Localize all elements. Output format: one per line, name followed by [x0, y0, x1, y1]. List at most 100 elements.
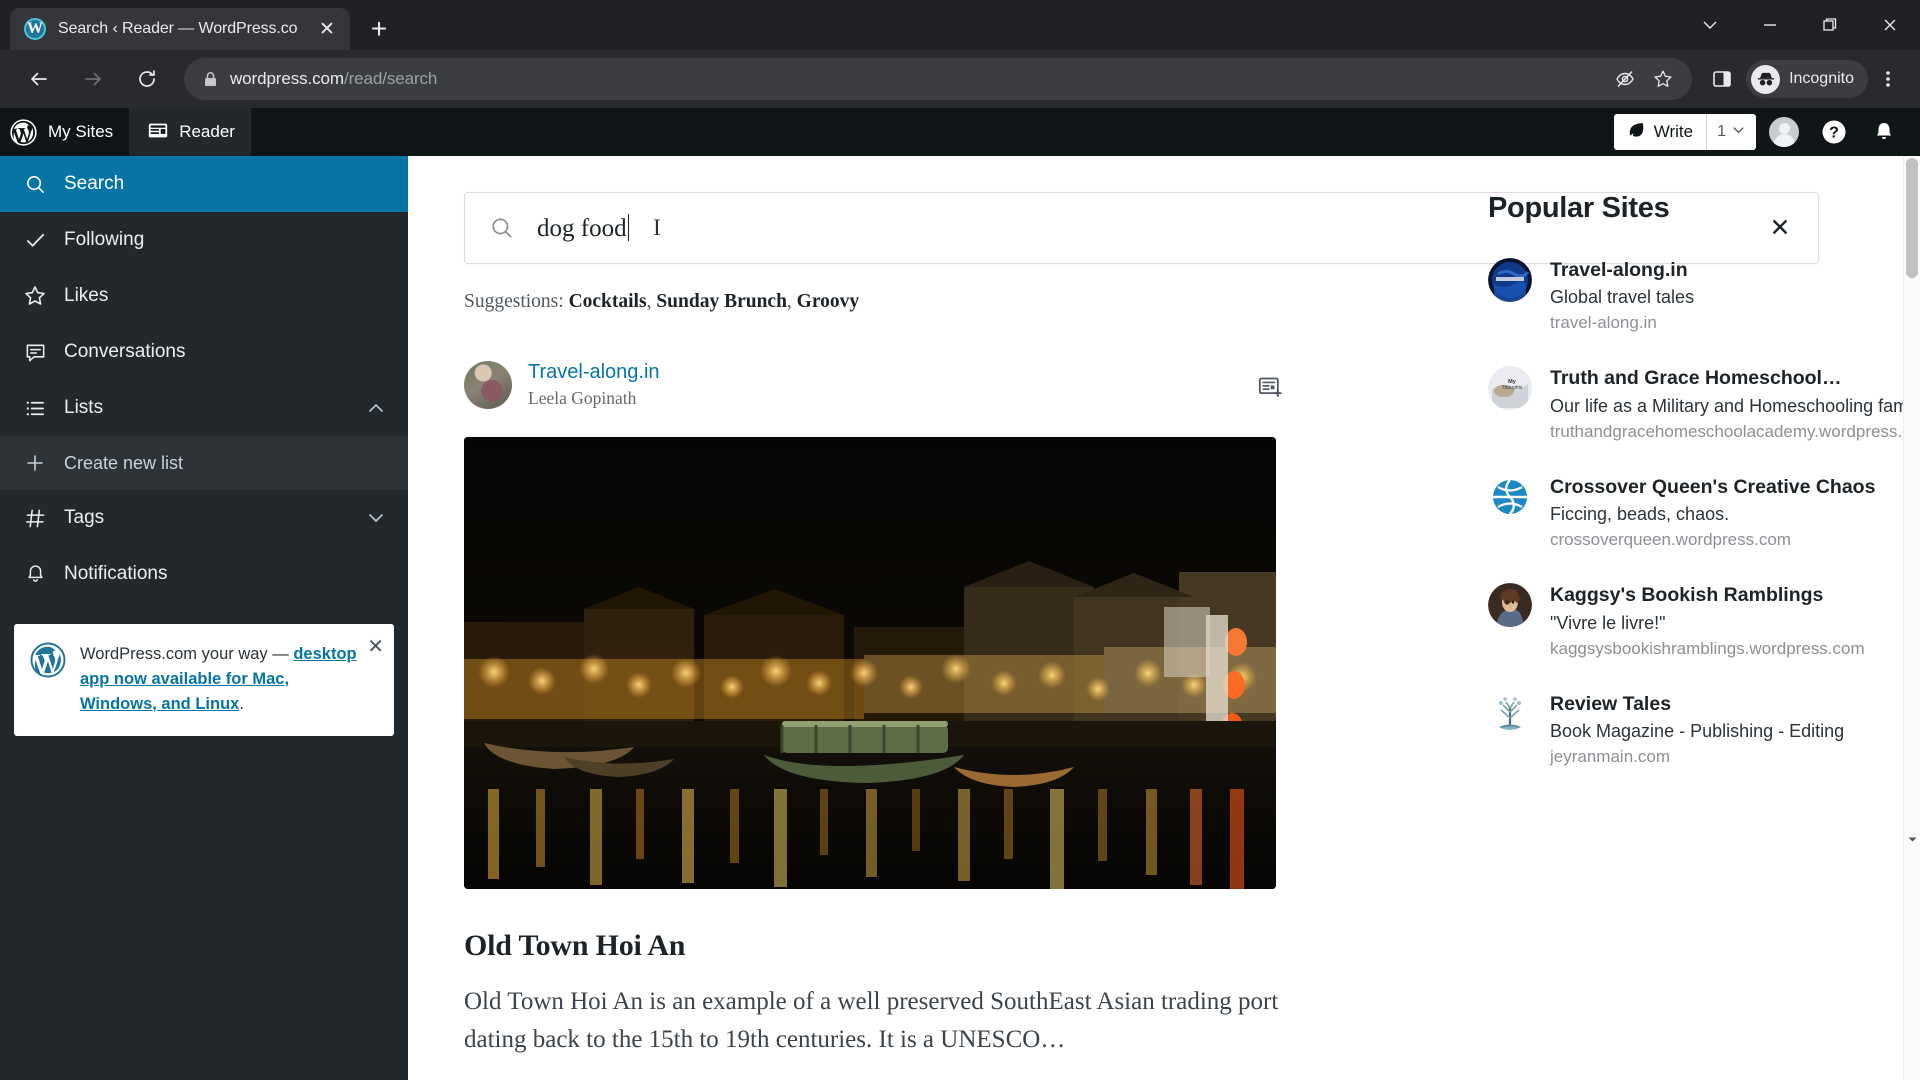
bell-icon[interactable] [1862, 110, 1906, 154]
hash-icon [22, 507, 48, 530]
popular-site-item[interactable]: Travel-along.in Global travel tales trav… [1488, 258, 1920, 333]
masterbar-item-my-sites[interactable]: My Sites [46, 108, 129, 156]
popular-site-name[interactable]: Crossover Queen's Creative Chaos [1550, 475, 1875, 499]
popular-site-item[interactable]: My Thoughts Truth and Grace Homeschool… … [1488, 366, 1920, 441]
promo-trailing: . [239, 694, 244, 713]
list-icon [22, 397, 48, 420]
sidebar-item-label: Conversations [64, 341, 186, 362]
leaf-icon [1627, 120, 1646, 144]
sidebar-item-create-new-list[interactable]: Create new list [0, 436, 408, 490]
sidebar-item-label: Tags [64, 507, 105, 528]
profile-incognito-button[interactable]: Incognito [1746, 60, 1868, 98]
popular-site-desc: "Vivre le livre!" [1550, 612, 1666, 633]
suggestion-sunday-brunch[interactable]: Sunday Brunch [656, 291, 787, 312]
night-riverfront-lanterns-hoi-an [464, 437, 1276, 889]
globe-icon-avatar [1488, 474, 1532, 519]
minimize-icon[interactable] [1740, 0, 1800, 50]
address-bar[interactable]: wordpress.com/read/search [184, 58, 1693, 100]
popular-site-name[interactable]: Review Tales [1550, 692, 1844, 716]
url-path: /read/search [343, 69, 438, 88]
popular-site-desc: Book Magazine - Publishing - Editing [1550, 720, 1845, 741]
new-tab-button[interactable]: + [358, 8, 400, 50]
popular-site-desc: Our life as a Military and Homeschooling… [1550, 395, 1920, 416]
svg-text:Thoughts: Thoughts [1502, 385, 1523, 391]
text-caret [627, 213, 630, 241]
forward-arrow-icon[interactable] [72, 58, 114, 100]
reload-icon[interactable] [126, 58, 168, 100]
close-icon[interactable]: ✕ [314, 16, 340, 42]
popular-site-item[interactable]: Kaggsy's Bookish Ramblings "Vivre le liv… [1488, 583, 1920, 658]
post-author: Leela Gopinath [528, 388, 637, 408]
add-to-list-icon[interactable] [1250, 367, 1290, 407]
promo-lead: WordPress.com your way — [80, 645, 294, 663]
post-header: Travel-along.in Leela Gopinath [464, 361, 1282, 409]
sidebar-item-label: Lists [64, 397, 104, 418]
url-text: wordpress.com/read/search [230, 69, 437, 89]
scroll-down-arrow-icon[interactable] [1904, 831, 1920, 848]
globe-blue-avatar [1488, 258, 1532, 302]
browser-window: W Search ‹ Reader — WordPress.co ✕ + wor… [0, 0, 1920, 1080]
wordpress-logo-icon[interactable] [0, 118, 46, 146]
sidebar-item-notifications[interactable]: Notifications [0, 546, 408, 602]
reader-icon [147, 119, 169, 146]
popular-site-item[interactable]: Review Tales Book Magazine - Publishing … [1488, 691, 1920, 767]
tab-title: Search ‹ Reader — WordPress.co [58, 20, 298, 37]
popular-sites-title: Popular Sites [1488, 192, 1670, 224]
write-label: Write [1653, 122, 1694, 141]
close-icon[interactable]: ✕ [367, 637, 384, 657]
sidebar-item-search[interactable]: Search [0, 156, 428, 212]
suggestion-cocktails[interactable]: Cocktails [569, 291, 647, 312]
sidebar-item-following[interactable]: Following [0, 212, 408, 268]
page-scrollbar[interactable] [1903, 156, 1920, 1080]
chevron-down-icon[interactable] [1680, 0, 1740, 50]
back-arrow-icon[interactable] [18, 58, 60, 100]
popular-site-desc: Ficcing, beads, chaos. [1550, 504, 1730, 525]
desktop-app-promo: WordPress.com your way — desktop app now… [14, 624, 394, 737]
post-featured-image[interactable] [464, 437, 1276, 889]
search-value-text: dog food [537, 214, 627, 242]
sidebar-item-conversations[interactable]: Conversations [0, 324, 408, 380]
plus-icon [22, 452, 48, 474]
popular-site-desc: Global travel tales [1550, 287, 1695, 308]
post-site-link[interactable]: Travel-along.in [528, 361, 660, 384]
sidebar-item-tags[interactable]: Tags [0, 490, 408, 546]
post-title[interactable]: Old Town Hoi An [464, 929, 1276, 963]
bookmark-star-icon[interactable] [1648, 64, 1678, 94]
my-thoughts-avatar: My Thoughts [1488, 366, 1532, 411]
masterbar-item-reader[interactable]: Reader [129, 108, 251, 156]
third-party-cookie-blocked-icon[interactable] [1610, 64, 1640, 94]
suggestion-groovy[interactable]: Groovy [797, 291, 859, 312]
avatar[interactable] [1762, 110, 1806, 154]
write-button[interactable]: Write 1 [1613, 114, 1756, 150]
mouse-ibeam-cursor: I [653, 215, 661, 240]
write-site-count[interactable]: 1 [1706, 114, 1756, 150]
chevron-down-icon[interactable] [366, 508, 386, 528]
browser-tab[interactable]: W Search ‹ Reader — WordPress.co ✕ [10, 8, 350, 50]
check-icon [22, 229, 48, 252]
chevron-up-icon[interactable] [366, 398, 386, 418]
search-stream: dog food I ✕ Suggestions: Cocktails, Sun… [408, 156, 1819, 1058]
sidebar-item-likes[interactable]: Likes [0, 268, 408, 324]
bell-icon [22, 563, 48, 586]
sidebar-item-label: Notifications [64, 563, 168, 584]
popular-site-name[interactable]: Kaggsy's Bookish Ramblings [1550, 583, 1865, 607]
popular-site-name[interactable]: Truth and Grace Homeschool… [1550, 366, 1920, 390]
tree-book-avatar [1488, 691, 1532, 736]
popular-site-name[interactable]: Travel-along.in [1550, 258, 1694, 282]
avatar[interactable] [464, 361, 512, 409]
scrollbar-thumb[interactable] [1906, 158, 1918, 278]
window-controls [1680, 0, 1920, 50]
side-panel-icon[interactable] [1702, 58, 1742, 100]
search-section: dog food I ✕ Suggestions: Cocktails, Sun… [464, 156, 1819, 313]
popular-sites-panel: Popular Sites Travel-along.in Global tra… [1468, 156, 1920, 1058]
popular-site-url: truthandgracehomeschoolacademy.wordpress… [1550, 421, 1920, 441]
maximize-icon[interactable] [1800, 0, 1860, 50]
close-icon[interactable] [1860, 0, 1920, 50]
sidebar-item-label: Search [64, 173, 125, 194]
lock-icon [198, 71, 222, 88]
three-dot-menu-icon[interactable] [1868, 58, 1908, 100]
popular-site-item[interactable]: Crossover Queen's Creative Chaos Ficcing… [1488, 474, 1920, 550]
sidebar-item-lists[interactable]: Lists [0, 380, 408, 436]
help-icon[interactable]: ? [1812, 110, 1856, 154]
comment-icon [22, 341, 48, 364]
